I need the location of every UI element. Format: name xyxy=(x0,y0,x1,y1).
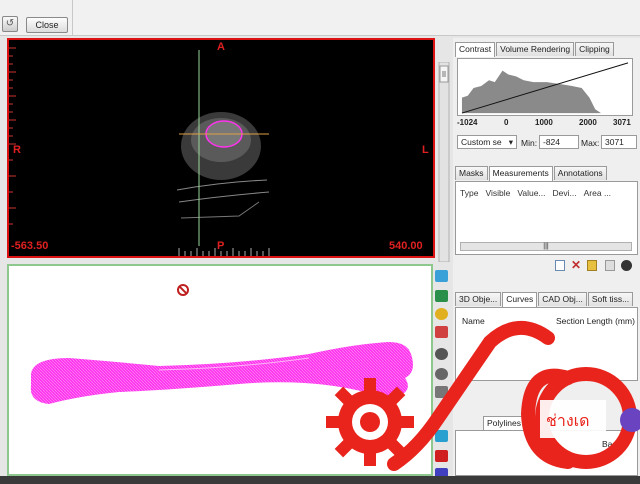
col-visible[interactable]: Visible xyxy=(485,188,510,198)
col-type[interactable]: Type xyxy=(460,188,478,198)
min-input[interactable]: -824 xyxy=(539,135,579,149)
coordinate-right: 540.00 xyxy=(389,240,423,252)
histogram[interactable] xyxy=(457,58,633,116)
max-label: Max: xyxy=(581,138,600,148)
taskbar xyxy=(0,476,640,484)
object-tabs: 3D Obje... Curves CAD Obj... Soft tiss..… xyxy=(455,292,634,307)
tab-3d-objects[interactable]: 3D Obje... xyxy=(455,292,502,306)
horizontal-scrollbar[interactable]: ||| xyxy=(460,242,632,251)
measurements-table: Type Visible Value... Devi... Area ... |… xyxy=(455,181,638,255)
close-button[interactable]: Close xyxy=(26,17,68,33)
preset-value: Custom se xyxy=(461,137,502,147)
min-label: Min: xyxy=(521,138,538,148)
scroll-grip: ||| xyxy=(543,243,549,250)
label-posterior: P xyxy=(217,240,225,252)
layers-icon[interactable] xyxy=(435,290,448,302)
col-deviation[interactable]: Devi... xyxy=(553,188,577,198)
tick-zero: 0 xyxy=(504,118,509,127)
slice-image xyxy=(176,50,270,246)
tab-annotations[interactable]: Annotations xyxy=(553,166,607,180)
slice-view-icon[interactable] xyxy=(435,270,448,282)
toolbar-separator xyxy=(72,0,73,36)
tab-curves[interactable]: Curves xyxy=(502,292,538,307)
preset-select[interactable]: Custom se ▾ xyxy=(457,135,517,149)
delete-icon[interactable]: ✕ xyxy=(571,258,581,272)
measurements-header: Type Visible Value... Devi... Area ... xyxy=(460,188,618,198)
tab-volume-rendering[interactable]: Volume Rendering xyxy=(496,42,575,56)
tick-2000: 2000 xyxy=(579,118,597,127)
tab-soft-tissue[interactable]: Soft tiss... xyxy=(587,292,634,306)
tick-max: 3071 xyxy=(613,118,631,127)
coordinate-left: -563.50 xyxy=(11,240,49,252)
col-value[interactable]: Value... xyxy=(517,188,545,198)
back-arrow-icon[interactable]: ↺ xyxy=(2,16,18,32)
bottom-ruler xyxy=(178,248,270,256)
menu-dropdown-icon[interactable] xyxy=(621,260,632,271)
label-left: L xyxy=(422,144,429,156)
chevron-down-icon: ▾ xyxy=(508,137,513,147)
tick-min: -1024 xyxy=(457,118,478,127)
add-icon[interactable] xyxy=(555,260,565,271)
panel-scrollbar[interactable] xyxy=(438,62,450,262)
watermark-logo: ช่างเด xyxy=(326,320,640,471)
label-right: R xyxy=(13,144,21,156)
measure-tabs: Masks Measurements Annotations xyxy=(455,166,608,181)
contrast-tabs: Contrast Volume Rendering Clipping xyxy=(455,42,615,57)
col-area[interactable]: Area ... xyxy=(584,188,611,198)
label-anterior: A xyxy=(217,41,225,53)
tab-masks[interactable]: Masks xyxy=(455,166,488,180)
top-toolbar: ↺ Close xyxy=(0,0,640,36)
export-icon[interactable] xyxy=(605,260,615,271)
max-input[interactable]: 3071 xyxy=(601,135,637,149)
tick-1000: 1000 xyxy=(535,118,553,127)
slice-viewport[interactable]: A P R L -563.50 540.00 xyxy=(7,38,435,258)
svg-text:ช่างเด: ช่างเด xyxy=(546,411,590,430)
tab-contrast[interactable]: Contrast xyxy=(455,42,496,57)
app-window: ↺ Close A P R L -563.50 540.00 Contrast … xyxy=(0,0,640,484)
forbidden-icon xyxy=(177,284,189,296)
tab-measurements[interactable]: Measurements xyxy=(488,166,553,181)
folder-icon[interactable] xyxy=(587,260,597,271)
tab-clipping[interactable]: Clipping xyxy=(575,42,614,56)
tab-cad-objects[interactable]: CAD Obj... xyxy=(538,292,587,306)
